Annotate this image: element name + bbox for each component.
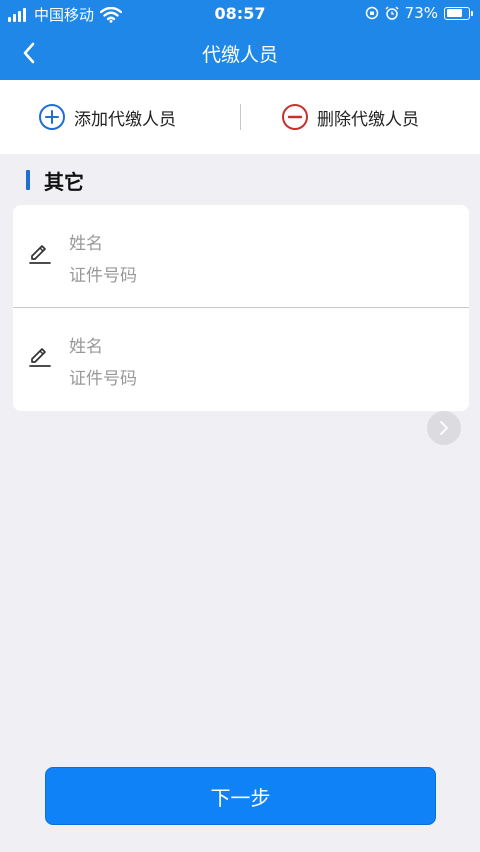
add-person-label: 添加代缴人员 — [74, 109, 176, 130]
chevron-right-icon — [440, 421, 448, 435]
action-divider — [240, 104, 241, 130]
pencil-icon — [29, 245, 51, 264]
app-header: 中国移动 08:57 73% 代缴人员 — [0, 0, 480, 80]
battery-fill — [446, 9, 462, 17]
nav-bar: 代缴人员 — [0, 28, 480, 80]
alarm-icon — [385, 6, 399, 20]
add-person-button[interactable]: 添加代缴人员 — [38, 80, 176, 154]
battery-percent: 73% — [404, 4, 438, 22]
person-name-field[interactable]: 姓名 — [69, 229, 103, 254]
scroll-next-button[interactable] — [427, 411, 461, 445]
section-header: 其它 — [26, 166, 84, 194]
page-title: 代缴人员 — [201, 44, 278, 66]
delete-person-label: 删除代缴人员 — [317, 109, 419, 130]
person-list-card: 姓名 证件号码 姓名 证件号码 — [13, 205, 469, 411]
person-id-field[interactable]: 证件号码 — [69, 364, 137, 389]
pencil-icon — [29, 348, 51, 367]
person-id-field[interactable]: 证件号码 — [69, 261, 137, 286]
person-row[interactable]: 姓名 证件号码 — [13, 308, 469, 411]
battery-cap — [471, 10, 473, 16]
section-title: 其它 — [44, 169, 84, 194]
next-step-button[interactable]: 下一步 — [45, 767, 436, 825]
person-row[interactable]: 姓名 证件号码 — [13, 205, 469, 308]
action-bar: 添加代缴人员 删除代缴人员 — [0, 80, 480, 154]
plus-circle-icon — [39, 104, 65, 130]
section-accent-bar — [26, 170, 30, 190]
delete-person-button[interactable]: 删除代缴人员 — [281, 80, 419, 154]
status-right: 73% — [365, 4, 473, 22]
person-name-field[interactable]: 姓名 — [69, 332, 103, 357]
battery-icon — [444, 6, 473, 20]
rotation-lock-icon — [365, 6, 378, 20]
status-bar: 中国移动 08:57 73% — [0, 0, 480, 28]
minus-circle-icon — [282, 104, 308, 130]
